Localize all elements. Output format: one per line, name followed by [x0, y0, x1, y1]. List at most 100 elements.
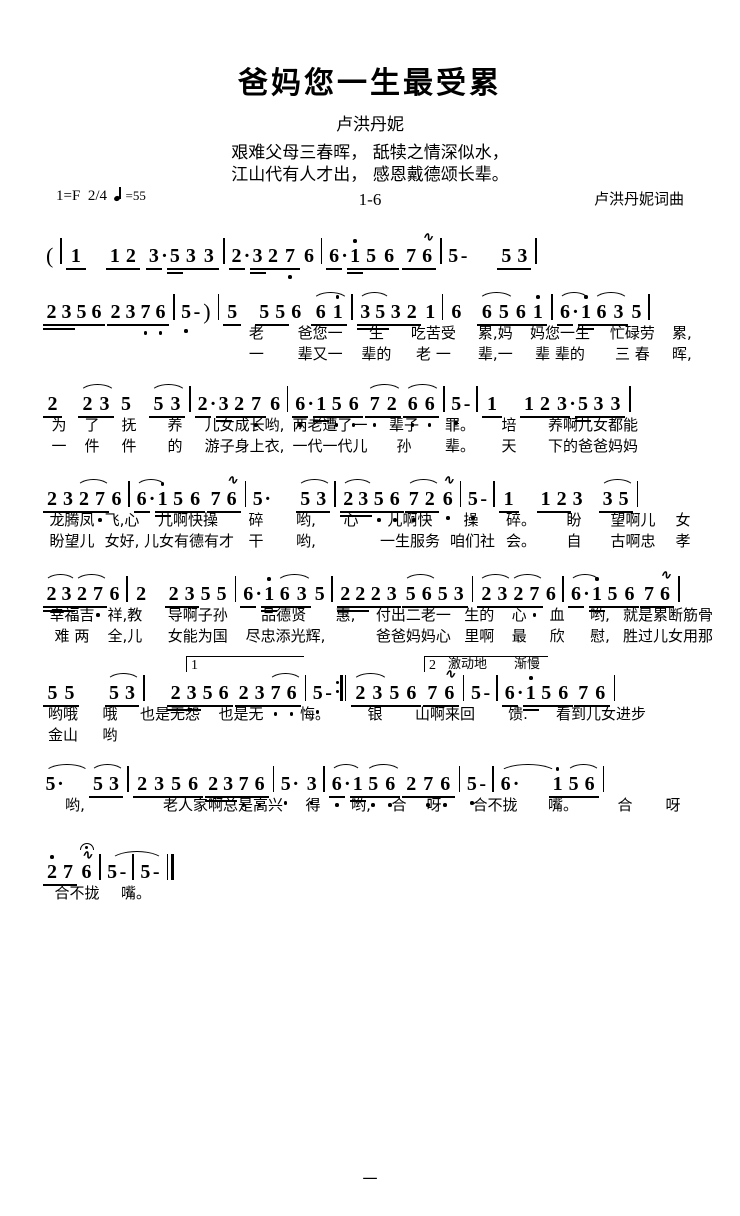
note: 2 [351, 584, 369, 612]
slur [106, 673, 141, 683]
phrase-close-paren: ) [203, 299, 211, 324]
lyric-syllable: 会。 [505, 532, 536, 550]
note: 6 [328, 764, 362, 807]
final-barline [166, 854, 175, 880]
note: 7 [137, 302, 154, 335]
barline [286, 386, 289, 412]
note: 2 [43, 394, 62, 418]
meta-bar: 1=F 2/4 =55 1-6 卢洪丹妮词曲 [0, 187, 740, 212]
note: 7 [234, 774, 253, 807]
barline [128, 481, 130, 507]
lyric-syllable: 辈。 [444, 437, 475, 455]
augmentation-dot: · [307, 393, 315, 415]
note-row: 5 5 5 3 2 3 5 6 2 3 7 6 5 - 2 3 5 6 7 6 ∿… [43, 663, 699, 716]
note: 7 [206, 489, 225, 513]
octave-dot-low [334, 803, 339, 807]
page-number: 一 [362, 1170, 378, 1188]
note: 2 [43, 855, 61, 886]
augmentation-dot: · [57, 773, 64, 795]
note: 6 ∿ [439, 667, 459, 707]
lyric-syllable: 慰, [590, 627, 610, 645]
note: 7 [422, 683, 442, 707]
note: 3 [166, 394, 185, 418]
barline [476, 386, 479, 412]
augmentation-dot: · [516, 682, 524, 704]
note: 5 [168, 489, 188, 513]
lyric-syllable: 呀 [665, 796, 681, 814]
note: 1 [588, 577, 605, 612]
note: 2 [234, 683, 253, 707]
lyric-row-verse-1: 合不拢 嘴。 [44, 882, 699, 903]
lyric-syllable: 天 [501, 437, 517, 455]
note: 6 [420, 394, 440, 427]
note: 2 [78, 384, 116, 418]
lyric-row-verse-2: 一 件 件 的 游子身上衣, 一代一代儿 孙 辈。 天 下的爸爸妈妈 [44, 435, 699, 456]
note: 2 [43, 489, 61, 513]
lyric-syllable: 抚 [121, 416, 137, 434]
note: 2 [43, 574, 77, 612]
barline [351, 294, 353, 320]
repeat-start-sign [335, 675, 349, 701]
note: 6 ∿ [222, 473, 241, 513]
note: 6 [270, 393, 281, 415]
octave-dot-high [595, 577, 599, 581]
note: 2 [136, 583, 147, 605]
slur [402, 574, 438, 584]
note-row: 2 2 3 5 5 3 2 · 3 2 7 6 6 · 1 5 6 7 2 6 … [43, 380, 699, 427]
barline [440, 238, 442, 264]
lyric-syllable: 晖, [671, 345, 692, 363]
note-extension-dash: - [460, 245, 468, 267]
octave-dot-high [160, 482, 165, 486]
note: 5 [450, 394, 463, 425]
barline [562, 576, 564, 602]
note: 5 [166, 245, 183, 274]
note: 7 [246, 394, 266, 427]
octave-dot-low [98, 518, 102, 522]
note: 5 [314, 583, 325, 605]
note: 2 [263, 246, 283, 270]
note: 7 [365, 384, 404, 427]
slur [478, 292, 516, 302]
note-row: 2 3 2 7 6 2 2 3 5 5 6 · 1 6 3 5 2 2 2 3 … [43, 568, 699, 617]
note: 3 [292, 584, 312, 608]
volta-bracket-1: 1 [186, 656, 304, 673]
augmentation-dot: · [264, 488, 272, 510]
lyric-row-verse-2: 一 辈又一 辈的 老 一 辈,一 辈 辈的 三 春 晖, [44, 343, 699, 364]
augmentation-dot: · [148, 488, 156, 510]
mordent-icon: ∿ [81, 847, 93, 862]
lyric-syllable: 辈,一 [477, 345, 513, 363]
lyric-syllable: 罪。 [444, 416, 475, 434]
note: 3 [180, 584, 199, 608]
note: 5 [497, 246, 516, 270]
music-system-1: ( 1 1 2 3 · 5 3 3 2 · 3 2 7 6 6 · 1 5 6 … [44, 230, 699, 279]
slur [297, 479, 333, 489]
note: 1 [577, 295, 594, 330]
note: 3 [598, 479, 635, 513]
note: 6 [380, 774, 400, 807]
lyric-syllable: 哟 [102, 726, 118, 744]
note: 3 [58, 584, 75, 612]
octave-dot-high [267, 577, 271, 581]
note: 5 [575, 393, 592, 422]
note: 3 [382, 584, 401, 608]
note: 6 [385, 489, 404, 522]
note: 5 [401, 574, 438, 608]
octave-dot-high [536, 295, 540, 299]
note: 2 [339, 479, 374, 517]
note: 1 [328, 295, 348, 326]
note: 7 [89, 584, 107, 617]
note-row: 2 7 6 ∿ 5 - 5 - [43, 843, 699, 886]
note: 6 [545, 583, 556, 605]
barline [244, 481, 247, 507]
music-system-2: 2 3 5 6 2 3 7 6 5 - ) 5 5 5 6 6 1 3 5 3 … [43, 288, 699, 364]
lyric-syllable: 件 [121, 437, 137, 455]
note-extension-dash: - [325, 682, 332, 704]
slur [44, 764, 90, 774]
note: 6 [214, 683, 233, 707]
note: 2 [366, 584, 385, 608]
note: 6 [477, 292, 516, 326]
note: 3 [572, 488, 583, 510]
note: 6 [282, 683, 301, 716]
note: 1 [536, 489, 555, 513]
lyric-syllable: 一 [51, 437, 67, 455]
